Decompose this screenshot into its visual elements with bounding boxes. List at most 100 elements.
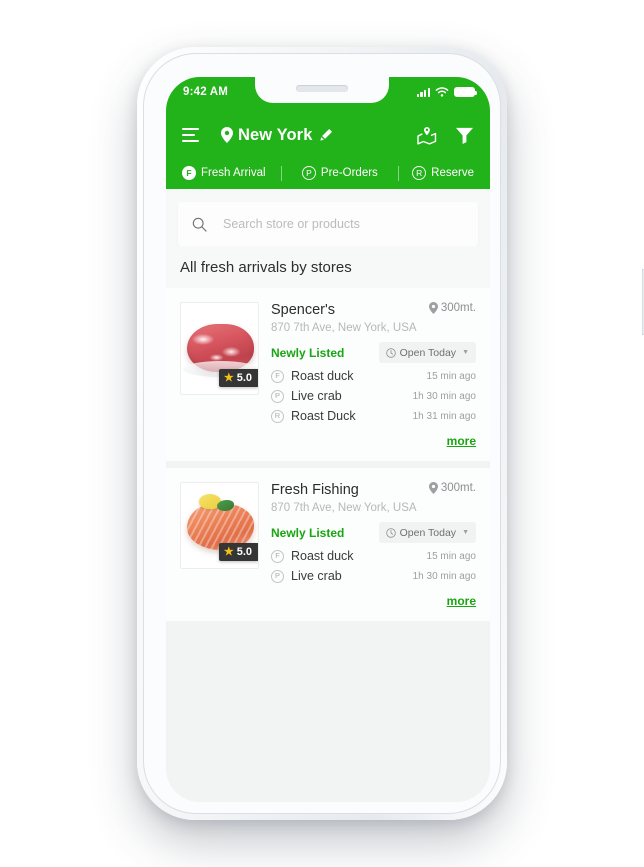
app-body: All fresh arrivals by stores ★ 5.0 bbox=[166, 189, 490, 802]
pre-orders-badge-icon: P bbox=[301, 166, 316, 180]
phone-screen: 9:42 AM New York F Fresh Arrival P Pre-O… bbox=[166, 77, 490, 802]
search-input[interactable] bbox=[223, 217, 464, 231]
product-type-badge-icon: F bbox=[271, 549, 284, 563]
open-hours-label: Open Today bbox=[399, 526, 457, 539]
store-address: 870 7th Ave, New York, USA bbox=[271, 502, 417, 514]
product-name: Roast Duck bbox=[291, 409, 356, 423]
product-name: Live crab bbox=[291, 569, 342, 583]
tab-pre-orders-label: Pre-Orders bbox=[320, 167, 378, 179]
filter-funnel-icon[interactable] bbox=[455, 126, 474, 145]
map-user-icon[interactable] bbox=[417, 126, 438, 145]
more-link[interactable]: more bbox=[447, 594, 476, 608]
status-indicators bbox=[416, 86, 478, 98]
clock-icon bbox=[385, 527, 396, 538]
store-card[interactable]: ★ 5.0 Spencer's 300mt. 870 7th Ave, New … bbox=[166, 288, 490, 461]
store-status-row: Newly Listed Open Today ▼ bbox=[271, 342, 476, 363]
chevron-down-icon: ▼ bbox=[462, 529, 469, 536]
store-thumbnail: ★ 5.0 bbox=[180, 482, 259, 569]
product-type-badge-icon: P bbox=[271, 569, 284, 583]
cellular-signal-icon bbox=[416, 87, 430, 97]
raw-meat-photo bbox=[183, 324, 258, 377]
store-header: Spencer's 300mt. bbox=[271, 302, 476, 318]
more-row: more bbox=[271, 592, 476, 610]
search-bar[interactable] bbox=[178, 202, 478, 246]
store-info: Fresh Fishing 300mt. 870 7th Ave, New Yo… bbox=[271, 482, 476, 610]
rating-value: 5.0 bbox=[236, 372, 252, 384]
app-header-actions bbox=[417, 126, 474, 145]
tab-reserve[interactable]: R Reserve bbox=[412, 166, 474, 180]
battery-icon bbox=[454, 86, 478, 98]
product-type-badge-icon: F bbox=[271, 369, 284, 383]
tab-pre-orders[interactable]: P Pre-Orders bbox=[301, 166, 378, 180]
store-name: Spencer's bbox=[271, 302, 336, 318]
product-time: 1h 30 min ago bbox=[412, 390, 476, 402]
tab-divider bbox=[280, 165, 282, 181]
product-time: 1h 31 min ago bbox=[412, 410, 476, 422]
star-icon: ★ bbox=[223, 371, 234, 384]
open-hours-dropdown[interactable]: Open Today ▼ bbox=[378, 342, 476, 363]
clock-icon bbox=[385, 347, 396, 358]
location-pin-icon bbox=[428, 302, 438, 314]
product-name: Roast duck bbox=[291, 549, 354, 563]
store-address: 870 7th Ave, New York, USA bbox=[271, 322, 417, 334]
app-header-row: New York bbox=[182, 113, 474, 157]
hamburger-menu-icon[interactable] bbox=[182, 127, 199, 143]
store-distance-value: 300mt. bbox=[440, 482, 476, 494]
rating-badge: ★ 5.0 bbox=[218, 369, 258, 387]
tab-reserve-label: Reserve bbox=[431, 167, 474, 179]
product-name: Live crab bbox=[291, 389, 342, 403]
product-type-badge-icon: R bbox=[271, 409, 284, 423]
store-status-badge: Newly Listed bbox=[271, 525, 345, 540]
store-thumbnail: ★ 5.0 bbox=[180, 302, 259, 395]
product-row[interactable]: P Live crab 1h 30 min ago bbox=[271, 569, 476, 583]
product-name: Roast duck bbox=[291, 369, 354, 383]
product-time: 1h 30 min ago bbox=[412, 570, 476, 582]
phone-bezel: 9:42 AM New York F Fresh Arrival P Pre-O… bbox=[143, 53, 501, 814]
phone-notch bbox=[255, 77, 389, 103]
app-header: New York F Fresh Arrival P Pre-Orders R … bbox=[166, 107, 490, 189]
fresh-arrival-badge-icon: F bbox=[182, 166, 196, 180]
screenshot-stage: 9:42 AM New York F Fresh Arrival P Pre-O… bbox=[0, 0, 644, 867]
category-tabs: F Fresh Arrival P Pre-Orders R Reserve bbox=[182, 157, 474, 189]
open-hours-label: Open Today bbox=[399, 346, 457, 359]
earpiece-speaker bbox=[296, 85, 348, 92]
open-hours-dropdown[interactable]: Open Today ▼ bbox=[378, 522, 476, 543]
store-distance: 300mt. bbox=[428, 482, 476, 494]
product-row[interactable]: P Live crab 1h 30 min ago bbox=[271, 389, 476, 403]
more-link[interactable]: more bbox=[447, 434, 476, 448]
status-time: 9:42 AM bbox=[183, 86, 229, 98]
product-time: 15 min ago bbox=[426, 550, 476, 562]
page-title: All fresh arrivals by stores bbox=[166, 246, 490, 288]
tab-divider bbox=[398, 165, 400, 181]
pencil-edit-icon[interactable] bbox=[319, 128, 333, 142]
store-status-row: Newly Listed Open Today ▼ bbox=[271, 522, 476, 543]
search-icon bbox=[192, 217, 207, 232]
chevron-down-icon: ▼ bbox=[462, 349, 469, 356]
store-card[interactable]: ★ 5.0 Fresh Fishing 300mt. 870 7th Ave, … bbox=[166, 468, 490, 621]
phone-device-frame: 9:42 AM New York F Fresh Arrival P Pre-O… bbox=[137, 47, 644, 820]
more-row: more bbox=[271, 432, 476, 450]
search-section bbox=[166, 189, 490, 246]
wifi-icon bbox=[435, 86, 449, 97]
store-distance: 300mt. bbox=[428, 302, 476, 314]
store-info: Spencer's 300mt. 870 7th Ave, New York, … bbox=[271, 302, 476, 450]
star-icon: ★ bbox=[223, 545, 234, 558]
tab-fresh-arrival-label: Fresh Arrival bbox=[201, 167, 266, 179]
store-status-badge: Newly Listed bbox=[271, 345, 345, 360]
reserve-badge-icon: R bbox=[412, 166, 427, 180]
product-row[interactable]: F Roast duck 15 min ago bbox=[271, 549, 476, 563]
store-name: Fresh Fishing bbox=[271, 482, 359, 498]
location-pin-icon bbox=[428, 482, 438, 494]
store-distance-value: 300mt. bbox=[440, 302, 476, 314]
tab-fresh-arrival[interactable]: F Fresh Arrival bbox=[182, 166, 266, 180]
rating-value: 5.0 bbox=[236, 546, 252, 558]
product-row[interactable]: F Roast duck 15 min ago bbox=[271, 369, 476, 383]
product-time: 15 min ago bbox=[426, 370, 476, 382]
store-header: Fresh Fishing 300mt. bbox=[271, 482, 476, 498]
product-row[interactable]: R Roast Duck 1h 31 min ago bbox=[271, 409, 476, 423]
rating-badge: ★ 5.0 bbox=[218, 543, 258, 561]
location-name: New York bbox=[238, 125, 313, 144]
location-selector[interactable]: New York bbox=[221, 126, 333, 145]
location-pin-icon bbox=[221, 127, 233, 143]
product-type-badge-icon: P bbox=[271, 389, 284, 403]
